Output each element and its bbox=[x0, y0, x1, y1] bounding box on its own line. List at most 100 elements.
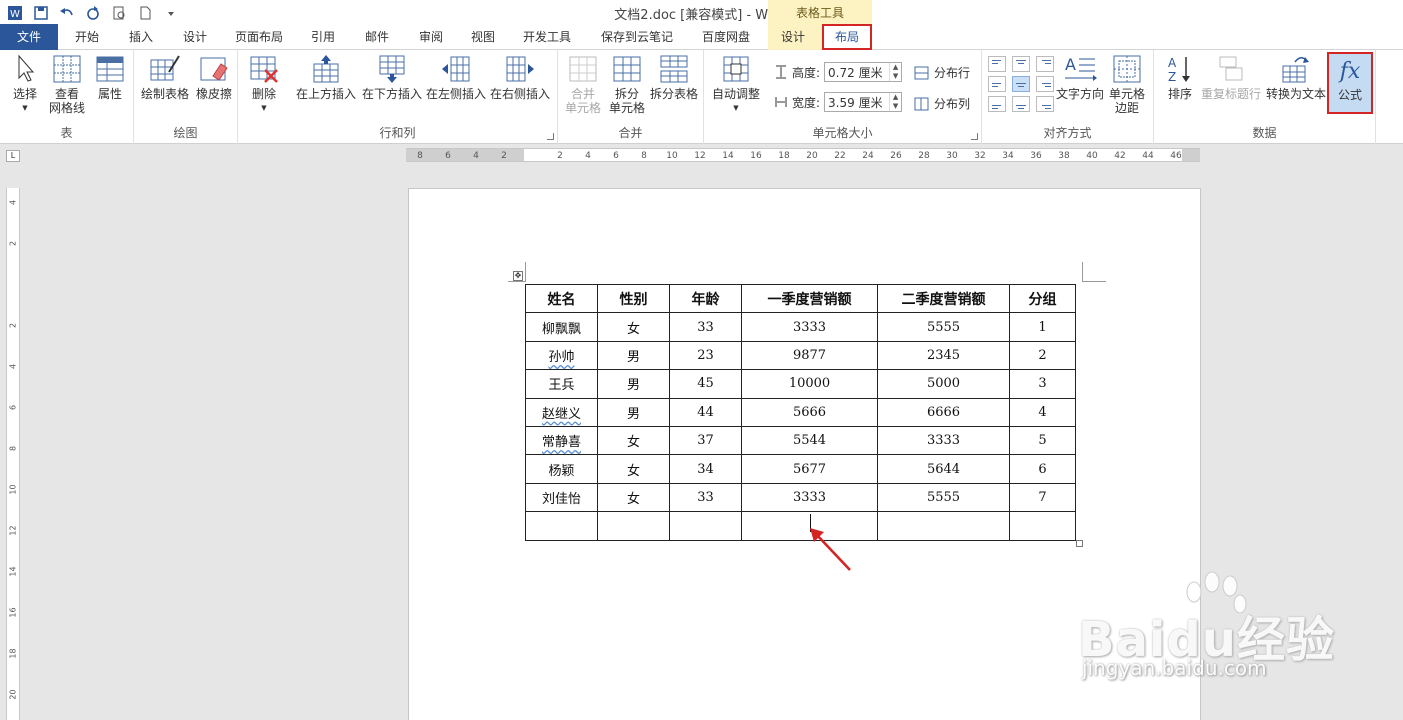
table-header-cell[interactable]: 一季度营销额 bbox=[741, 283, 878, 314]
table-header-cell[interactable]: 性别 bbox=[597, 283, 670, 314]
autofit-button[interactable]: 自动调整 ▼ bbox=[708, 54, 764, 115]
align-top-right-icon[interactable] bbox=[1036, 56, 1054, 72]
tab-developer[interactable]: 开发工具 bbox=[514, 24, 580, 50]
table-cell[interactable]: 3333 bbox=[877, 425, 1010, 456]
insert-left-button[interactable]: 在左侧插入 bbox=[424, 54, 488, 101]
table-cell[interactable]: 5555 bbox=[877, 312, 1010, 342]
table-cell[interactable]: 女 bbox=[597, 425, 670, 456]
tab-review[interactable]: 审阅 bbox=[406, 24, 456, 50]
table-cell[interactable]: 男 bbox=[597, 369, 670, 399]
table-cell[interactable]: 2345 bbox=[877, 340, 1010, 371]
align-bottom-right-icon[interactable] bbox=[1036, 96, 1054, 112]
table-cell[interactable]: 杨颖 bbox=[525, 454, 598, 484]
cell-margins-button[interactable]: 单元格 边距 bbox=[1104, 54, 1150, 115]
align-top-left-icon[interactable] bbox=[988, 56, 1006, 72]
distribute-cols-button[interactable]: 分布列 bbox=[914, 95, 970, 112]
table-cell[interactable]: 5555 bbox=[877, 482, 1010, 513]
horizontal-ruler[interactable]: 8 6 4 2 2 4 6 8 10 12 14 16 18 20 22 24 26 28 30 32 34 36 38 40… bbox=[406, 148, 1200, 162]
split-table-button[interactable]: 拆分表格 bbox=[648, 54, 700, 101]
table-cell[interactable]: 5666 bbox=[741, 397, 878, 427]
tab-stop-selector[interactable]: L bbox=[6, 150, 20, 162]
table-cell[interactable]: 10000 bbox=[741, 369, 878, 399]
table-cell[interactable]: 4 bbox=[1009, 397, 1076, 427]
table-cell[interactable]: 6666 bbox=[877, 397, 1010, 427]
text-direction-button[interactable]: A 文字方向 bbox=[1054, 54, 1106, 101]
insert-right-button[interactable]: 在右侧插入 bbox=[488, 54, 552, 101]
align-middle-center-icon[interactable] bbox=[1012, 76, 1030, 92]
convert-to-text-button[interactable]: 转换为文本 bbox=[1264, 54, 1328, 101]
table-header-cell[interactable]: 姓名 bbox=[525, 283, 598, 314]
table-cell[interactable]: 孙帅 bbox=[525, 340, 598, 371]
table-cell[interactable]: 3333 bbox=[741, 482, 878, 513]
table-cell[interactable]: 赵继义 bbox=[525, 397, 598, 427]
align-bottom-left-icon[interactable] bbox=[988, 96, 1006, 112]
table-cell[interactable]: 5677 bbox=[741, 454, 878, 484]
vertical-ruler[interactable]: 4 2 2 4 6 8 10 12 14 16 18 20 bbox=[6, 188, 20, 720]
table-cell[interactable]: 23 bbox=[669, 340, 742, 371]
table-cell[interactable]: 女 bbox=[597, 312, 670, 342]
table-cell[interactable]: 王兵 bbox=[525, 369, 598, 399]
select-button[interactable]: 选择 ▼ bbox=[8, 54, 42, 115]
tab-references[interactable]: 引用 bbox=[298, 24, 348, 50]
document-table[interactable]: 姓名 性别 年龄 一季度营销额 二季度营销额 分组 柳飘飘女 33 3333 5555 1 孙帅男 23… bbox=[525, 283, 1076, 541]
draw-table-button[interactable]: 绘制表格 bbox=[140, 54, 190, 101]
table-cell[interactable] bbox=[597, 511, 670, 541]
table-cell[interactable]: 3 bbox=[1009, 369, 1076, 399]
properties-button[interactable]: 属性 bbox=[90, 54, 130, 101]
col-width-spinner[interactable]: ▲ ▼ bbox=[889, 93, 901, 111]
table-cell[interactable]: 男 bbox=[597, 397, 670, 427]
table-cell[interactable]: 男 bbox=[597, 340, 670, 371]
table-header-cell[interactable]: 二季度营销额 bbox=[877, 283, 1010, 314]
tab-table-layout[interactable]: 布局 bbox=[822, 24, 872, 50]
distribute-rows-button[interactable]: 分布行 bbox=[914, 64, 970, 81]
align-middle-right-icon[interactable] bbox=[1036, 76, 1054, 92]
table-cell[interactable]: 常静喜 bbox=[525, 425, 598, 456]
table-cell[interactable]: 33 bbox=[669, 312, 742, 342]
table-header-cell[interactable]: 年龄 bbox=[669, 283, 742, 314]
table-cell[interactable]: 37 bbox=[669, 425, 742, 456]
tab-table-design[interactable]: 设计 bbox=[768, 24, 818, 50]
row-height-input[interactable]: 0.72 厘米 ▲ ▼ bbox=[824, 62, 903, 82]
table-cell[interactable]: 柳飘飘 bbox=[525, 312, 598, 342]
view-gridlines-button[interactable]: 查看 网格线 bbox=[46, 54, 88, 115]
table-cell[interactable]: 5544 bbox=[741, 425, 878, 456]
table-cell[interactable] bbox=[877, 511, 1010, 541]
tab-baidu-netdisk[interactable]: 百度网盘 bbox=[692, 24, 760, 50]
delete-button[interactable]: 删除 ▼ bbox=[244, 54, 284, 115]
table-cell[interactable]: 34 bbox=[669, 454, 742, 484]
table-cell[interactable]: 刘佳怡 bbox=[525, 482, 598, 513]
table-cell[interactable]: 6 bbox=[1009, 454, 1076, 484]
table-cell[interactable]: 5000 bbox=[877, 369, 1010, 399]
tab-insert[interactable]: 插入 bbox=[116, 24, 166, 50]
tab-page-layout[interactable]: 页面布局 bbox=[226, 24, 292, 50]
split-cells-button[interactable]: 拆分 单元格 bbox=[606, 54, 648, 115]
insert-above-button[interactable]: 在上方插入 bbox=[294, 54, 358, 101]
tab-view[interactable]: 视图 bbox=[458, 24, 508, 50]
align-bottom-center-icon[interactable] bbox=[1012, 96, 1030, 112]
table-cell[interactable] bbox=[669, 511, 742, 541]
rows-cols-launcher[interactable] bbox=[547, 133, 554, 140]
align-middle-left-icon[interactable] bbox=[988, 76, 1006, 92]
table-cell[interactable]: 5 bbox=[1009, 425, 1076, 456]
table-resize-handle[interactable] bbox=[1076, 540, 1083, 547]
tab-design[interactable]: 设计 bbox=[170, 24, 220, 50]
merge-cells-button[interactable]: 合并 单元格 bbox=[562, 54, 604, 115]
table-cell[interactable]: 女 bbox=[597, 454, 670, 484]
tab-cloud-note[interactable]: 保存到云笔记 bbox=[592, 24, 682, 50]
table-cell[interactable]: 女 bbox=[597, 482, 670, 513]
insert-below-button[interactable]: 在下方插入 bbox=[360, 54, 424, 101]
sort-button[interactable]: AZ 排序 bbox=[1162, 54, 1198, 101]
table-cell[interactable]: 45 bbox=[669, 369, 742, 399]
tab-file[interactable]: 文件 bbox=[0, 24, 58, 50]
formula-button[interactable]: fx 公式 bbox=[1327, 52, 1373, 114]
table-header-cell[interactable]: 分组 bbox=[1009, 283, 1076, 314]
eraser-button[interactable]: 橡皮擦 bbox=[194, 54, 234, 101]
align-top-center-icon[interactable] bbox=[1012, 56, 1030, 72]
table-cell[interactable]: 33 bbox=[669, 482, 742, 513]
table-cell[interactable]: 7 bbox=[1009, 482, 1076, 513]
col-width-input[interactable]: 3.59 厘米 ▲ ▼ bbox=[824, 92, 903, 112]
table-cell[interactable]: 3333 bbox=[741, 312, 878, 342]
table-cell[interactable]: 44 bbox=[669, 397, 742, 427]
table-cell[interactable]: 1 bbox=[1009, 312, 1076, 342]
cell-size-launcher[interactable] bbox=[971, 133, 978, 140]
